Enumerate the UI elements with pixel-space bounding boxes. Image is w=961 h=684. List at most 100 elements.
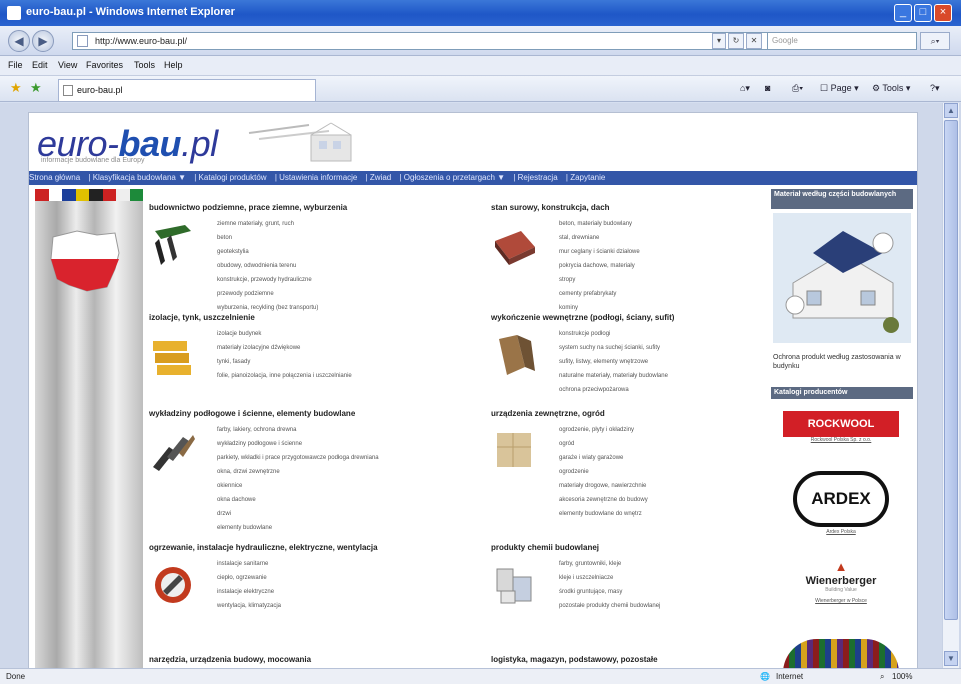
category-item[interactable]: materiały izolacyjne dźwiękowe xyxy=(217,341,352,355)
scroll-thumb[interactable] xyxy=(944,120,958,620)
nav-tenders[interactable]: | Ogłoszenia o przetargach ▼ xyxy=(399,173,505,182)
brand-link[interactable]: Rockwool Polska Sp. z o.o. xyxy=(783,437,899,443)
page-menu[interactable]: ☐ Page ▾ xyxy=(820,83,859,94)
brand-rockwool[interactable]: ROCKWOOL Rockwool Polska Sp. z o.o. xyxy=(783,411,899,459)
category-item[interactable]: naturalne materiały, materiały budowlane xyxy=(559,369,668,383)
category-item[interactable]: sufity, listwy, elementy wnętrzowe xyxy=(559,355,668,369)
brand-partial-logo[interactable] xyxy=(783,639,899,668)
category-item[interactable]: pokrycia dachowe, materiały xyxy=(559,259,640,273)
nav-inquiry[interactable]: | Zapytanie xyxy=(566,173,605,182)
search-input[interactable]: Google xyxy=(767,32,917,50)
category-title[interactable]: narzędzia, urządzenia budowy, mocowania xyxy=(149,655,459,664)
category-item[interactable]: akcesoria zewnętrzne do budowy xyxy=(559,493,648,507)
category-item[interactable]: ogrodzenie, płyty i okładziny xyxy=(559,423,648,437)
refresh-icon[interactable]: ↻ xyxy=(728,33,744,49)
category-item[interactable]: garaże i wiaty garażowe xyxy=(559,451,648,465)
category-title[interactable]: budownictwo podziemne, prace ziemne, wyb… xyxy=(149,203,459,212)
category-item[interactable]: środki gruntujące, masy xyxy=(559,585,660,599)
menu-tools[interactable]: Tools xyxy=(134,60,155,70)
category-item[interactable]: ogrodzenie xyxy=(559,465,648,479)
category-item[interactable]: farby, gruntowniki, kleje xyxy=(559,557,660,571)
nav-scout[interactable]: | Zwiad xyxy=(366,173,392,182)
brand-link[interactable]: Ardex Polska xyxy=(783,529,899,535)
menu-edit[interactable]: Edit xyxy=(32,60,48,70)
tools-menu[interactable]: ⚙ Tools ▾ xyxy=(872,83,910,94)
nav-home[interactable]: Strona główna xyxy=(29,173,80,182)
menu-view[interactable]: View xyxy=(58,60,77,70)
category-item[interactable]: konstrukcje podłogi xyxy=(559,327,668,341)
category-item[interactable]: ochrona przeciwpożarowa xyxy=(559,383,668,397)
category-item[interactable]: elementy budowlane xyxy=(217,521,379,535)
category-item[interactable]: stal, drewniane xyxy=(559,231,640,245)
back-button[interactable]: ◀ xyxy=(8,30,30,52)
home-icon[interactable]: ⌂▾ xyxy=(740,83,750,94)
nav-classification[interactable]: | Klasyfikacja budowlana ▼ xyxy=(88,173,186,182)
category-item[interactable]: tynki, fasady xyxy=(217,355,352,369)
category-item[interactable]: izolacje budynek xyxy=(217,327,352,341)
help-icon[interactable]: ?▾ xyxy=(930,83,940,94)
vertical-scrollbar[interactable]: ▲ ▼ xyxy=(942,103,959,668)
category-item[interactable]: kleje i uszczelniacze xyxy=(559,571,660,585)
sidebar-box-text[interactable]: Ochrona produkt według zastosowania w bu… xyxy=(773,353,913,371)
category-item[interactable]: mur ceglany i ścianki działowe xyxy=(559,245,640,259)
category-item[interactable]: ogród xyxy=(559,437,648,451)
favorites-star-icon[interactable]: ★ xyxy=(10,81,24,95)
category-item[interactable]: pozostałe produkty chemii budowlanej xyxy=(559,599,660,613)
tab-euro-bau[interactable]: euro-bau.pl xyxy=(58,79,316,101)
category-item[interactable]: beton xyxy=(217,231,318,245)
category-item[interactable]: okna, drzwi zewnętrzne xyxy=(217,465,379,479)
category-item[interactable]: beton, materiały budowlany xyxy=(559,217,640,231)
maximize-button[interactable]: □ xyxy=(914,4,932,22)
category-item[interactable]: obudowy, odwodnienia terenu xyxy=(217,259,318,273)
url-field[interactable]: http://www.euro-bau.pl/ xyxy=(72,32,807,50)
category-title[interactable]: wykończenie wewnętrzne (podłogi, ściany,… xyxy=(491,313,801,322)
category-item[interactable]: farby, lakiery, ochrona drewna xyxy=(217,423,379,437)
category-item[interactable]: instalacje sanitarne xyxy=(217,557,281,571)
category-title[interactable]: wykładziny podłogowe i ścienne, elementy… xyxy=(149,409,459,418)
category-item[interactable]: geotekstylia xyxy=(217,245,318,259)
nav-register[interactable]: | Rejestracja xyxy=(513,173,557,182)
close-button[interactable]: × xyxy=(934,4,952,22)
category-item[interactable]: przewody podziemne xyxy=(217,287,318,301)
feeds-icon[interactable]: ◙ xyxy=(765,83,770,93)
category-item[interactable]: instalacje elektryczne xyxy=(217,585,281,599)
dropdown-button[interactable]: ▾ xyxy=(712,33,726,49)
stop-icon[interactable]: ✕ xyxy=(746,33,762,49)
menu-help[interactable]: Help xyxy=(164,60,183,70)
category-item[interactable]: ciepło, ogrzewanie xyxy=(217,571,281,585)
category-item[interactable]: okiennice xyxy=(217,479,379,493)
menu-favorites[interactable]: Favorites xyxy=(86,60,123,70)
category-item[interactable]: okna dachowe xyxy=(217,493,379,507)
category-item[interactable]: folie, pianoizolacja, inne połączenia i … xyxy=(217,369,352,383)
category-title[interactable]: ogrzewanie, instalacje hydrauliczne, ele… xyxy=(149,543,459,552)
add-favorites-icon[interactable]: ★ xyxy=(30,81,44,95)
forward-button[interactable]: ▶ xyxy=(32,30,54,52)
category-title[interactable]: izolacje, tynk, uszczelnienie xyxy=(149,313,459,322)
minimize-button[interactable]: _ xyxy=(894,4,912,22)
nav-catalogs[interactable]: | Katalogi produktów xyxy=(194,173,266,182)
zoom-icon[interactable]: ⌕ xyxy=(880,672,884,682)
category-item[interactable]: elementy budowlane do wnętrz xyxy=(559,507,648,521)
nav-settings[interactable]: | Ustawienia informacje xyxy=(275,173,358,182)
print-icon[interactable]: ⎙▾ xyxy=(792,83,803,94)
category-item[interactable]: parkiety, wkładki i prace przygotowawcze… xyxy=(217,451,379,465)
zoom-level[interactable]: 100% xyxy=(892,672,912,681)
category-item[interactable]: cementy prefabrykaty xyxy=(559,287,640,301)
category-item[interactable]: system suchy na suchej ścianki, sufity xyxy=(559,341,668,355)
category-item[interactable]: wentylacja, klimatyzacja xyxy=(217,599,281,613)
scroll-down-icon[interactable]: ▼ xyxy=(944,651,958,666)
category-item[interactable]: ziemne materiały, grunt, ruch xyxy=(217,217,318,231)
category-title[interactable]: stan surowy, konstrukcja, dach xyxy=(491,203,801,212)
menu-file[interactable]: File xyxy=(8,60,23,70)
brand-wienerberger[interactable]: ▲ Wienerberger Building Value Wienerberg… xyxy=(783,559,899,633)
category-item[interactable]: drzwi xyxy=(217,507,379,521)
brand-ardex[interactable]: ARDEX Ardex Polska xyxy=(783,469,899,539)
search-button[interactable]: ⌕▾ xyxy=(920,32,950,50)
category-title[interactable]: produkty chemii budowlanej xyxy=(491,543,801,552)
category-item[interactable]: stropy xyxy=(559,273,640,287)
category-item[interactable]: materiały drogowe, nawierzchnie xyxy=(559,479,648,493)
brand-link[interactable]: Wienerberger w Polsce xyxy=(783,598,899,604)
scroll-up-icon[interactable]: ▲ xyxy=(944,103,958,118)
category-item[interactable]: konstrukcje, przewody hydrauliczne xyxy=(217,273,318,287)
category-title[interactable]: urządzenia zewnętrzne, ogród xyxy=(491,409,801,418)
